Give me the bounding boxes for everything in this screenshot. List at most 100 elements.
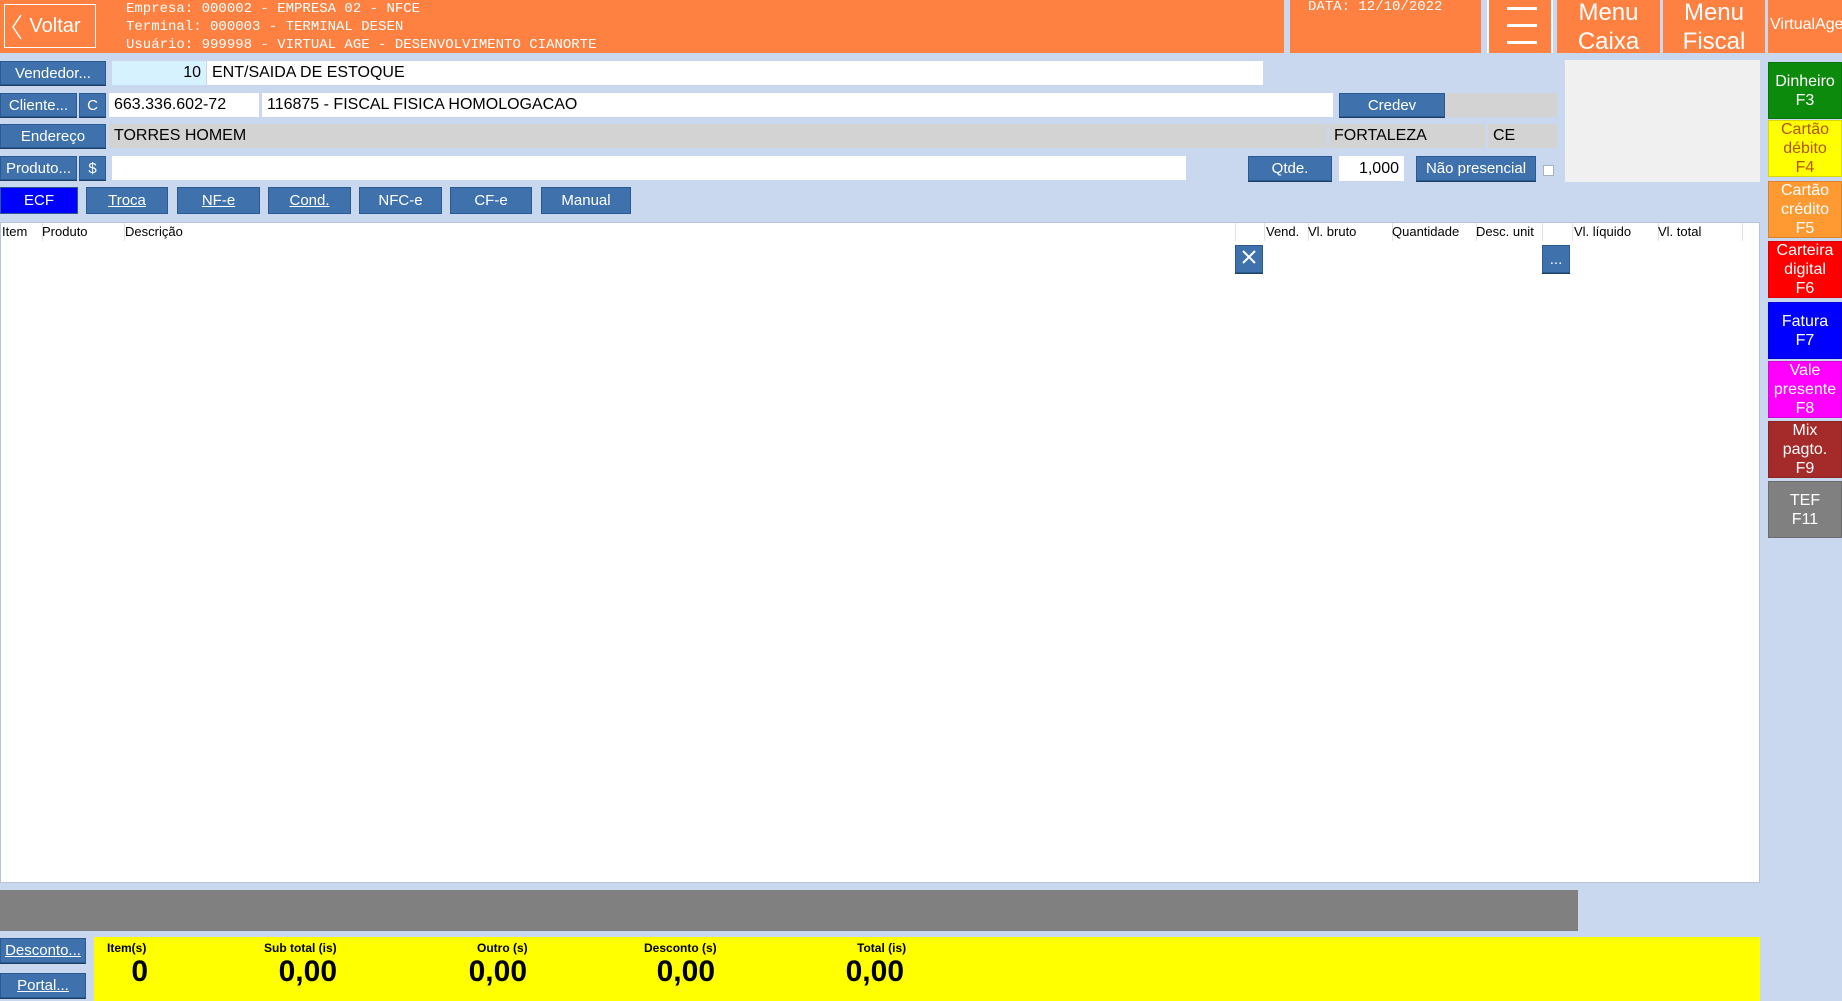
- nao-presencial-checkbox[interactable]: [1543, 165, 1554, 176]
- vendedor-code-value: 10: [183, 64, 201, 81]
- payment-tef-label: TEF F11: [1789, 491, 1821, 528]
- cliente-doc-field[interactable]: 663.336.602-72: [109, 93, 259, 117]
- status-bar: [0, 890, 1578, 931]
- produto-button-label: Produto...: [5, 159, 72, 177]
- empresa-text: Empresa: 000002 - EMPRESA 02 - NFCE: [126, 1, 421, 17]
- cliente-c-button[interactable]: C: [79, 93, 106, 117]
- tab-nfce[interactable]: NFC-e: [359, 187, 442, 214]
- desconto-button[interactable]: Desconto...: [0, 938, 86, 963]
- cliente-button[interactable]: Cliente...: [0, 93, 77, 117]
- payment-tef-button[interactable]: TEF F11: [1768, 481, 1842, 538]
- desconto-total-label: Desconto (s): [644, 941, 717, 955]
- credev-button[interactable]: Credev: [1339, 93, 1445, 117]
- payment-cartao-debito-label: Cartão débito F4: [1780, 121, 1830, 176]
- tab-manual[interactable]: Manual: [541, 187, 631, 214]
- portal-button[interactable]: Portal...: [0, 973, 86, 998]
- qtde-button[interactable]: Qtde.: [1248, 156, 1332, 181]
- subtotal-label: Sub total (is): [264, 941, 337, 955]
- portal-button-label: Portal...: [17, 977, 69, 994]
- payment-vale-presente-label: Vale presente F8: [1773, 362, 1837, 417]
- tab-manual-label: Manual: [561, 192, 611, 209]
- qtde-button-label: Qtde.: [1271, 160, 1309, 177]
- tab-troca[interactable]: Troca: [86, 187, 168, 214]
- vendedor-desc-value: ENT/SAIDA DE ESTOQUE: [212, 64, 405, 81]
- total-value: 0,00: [845, 955, 904, 988]
- payment-fatura-label: Fatura F7: [1781, 312, 1829, 349]
- items-grid[interactable]: Item Produto Descrição Vend. Vl. bruto Q…: [0, 222, 1760, 883]
- col-descricao: Descrição: [124, 223, 1236, 241]
- total-items-value: 0: [131, 955, 148, 988]
- payment-fatura-button[interactable]: Fatura F7: [1768, 302, 1842, 359]
- desconto-total-value: 0,00: [656, 955, 715, 988]
- tab-ecf[interactable]: ECF: [0, 187, 78, 214]
- state-value: CE: [1493, 127, 1516, 144]
- menu-caixa-button[interactable]: Menu Caixa: [1557, 0, 1660, 55]
- nao-presencial-label: Não presencial: [1425, 160, 1527, 177]
- usuario-text: Usuário: 999998 - VIRTUAL AGE - DESENVOL…: [126, 37, 597, 53]
- back-button[interactable]: Voltar: [4, 4, 96, 48]
- tab-nfe[interactable]: NF-e: [177, 187, 260, 214]
- nao-presencial-button[interactable]: Não presencial: [1416, 156, 1536, 181]
- tab-nfce-label: NFC-e: [378, 192, 423, 209]
- payment-dinheiro-button[interactable]: Dinheiro F3: [1768, 62, 1842, 119]
- col-vend: Vend.: [1265, 223, 1309, 241]
- menu-fiscal-line2: Fiscal: [1682, 27, 1746, 55]
- tab-cfe[interactable]: CF-e: [450, 187, 532, 214]
- brand-panel: VirtualAge: [1768, 0, 1842, 53]
- menu-caixa-line2: Caixa: [1577, 27, 1640, 55]
- menu-caixa-line1: Menu: [1578, 0, 1639, 26]
- payment-dinheiro-label: Dinheiro F3: [1775, 72, 1835, 109]
- payment-vale-presente-button[interactable]: Vale presente F8: [1768, 361, 1842, 418]
- produto-button[interactable]: Produto...: [0, 156, 77, 180]
- vendedor-button[interactable]: Vendedor...: [0, 61, 106, 85]
- vendedor-button-label: Vendedor...: [15, 64, 91, 82]
- more-options-button[interactable]: ...: [1542, 245, 1570, 273]
- payment-cartao-credito-label: Cartão crédito F5: [1780, 182, 1830, 237]
- date-panel: DATA: 12/10/2022: [1290, 0, 1481, 53]
- dollar-icon: $: [88, 159, 97, 177]
- date-text: DATA: 12/10/2022: [1308, 0, 1443, 15]
- outro-value: 0,00: [468, 955, 527, 988]
- delete-item-button[interactable]: [1235, 245, 1263, 273]
- col-item: Item: [1, 223, 43, 241]
- produto-input[interactable]: [112, 156, 1186, 180]
- totals-panel: Item(s) 0 Sub total (is) 0,00 Outro (s) …: [94, 937, 1760, 1001]
- menu-fiscal-line1: Menu: [1683, 0, 1745, 26]
- info-box: [1565, 60, 1760, 182]
- produto-price-button[interactable]: $: [79, 156, 106, 180]
- total-label: Total (is): [857, 941, 907, 955]
- tab-cond[interactable]: Cond.: [268, 187, 351, 214]
- desconto-button-label: Desconto...: [5, 942, 81, 959]
- city-field: FORTALEZA: [1329, 124, 1486, 148]
- subtotal-value: 0,00: [278, 955, 337, 988]
- payment-carteira-digital-button[interactable]: Carteira digital F6: [1768, 241, 1842, 298]
- city-value: FORTALEZA: [1334, 127, 1427, 144]
- endereco-button-label: Endereço: [20, 127, 86, 145]
- tab-troca-label: Troca: [108, 192, 146, 209]
- hamburger-menu-button[interactable]: [1487, 0, 1553, 53]
- cliente-c-label: C: [87, 96, 98, 114]
- endereco-button[interactable]: Endereço: [0, 124, 106, 148]
- payment-mix-label: Mix pagto. F9: [1782, 422, 1828, 477]
- vendedor-code-field[interactable]: 10: [112, 61, 206, 85]
- qtde-value: 1,000: [1358, 159, 1399, 177]
- terminal-text: Terminal: 000003 - TERMINAL DESEN: [126, 19, 404, 35]
- payment-carteira-digital-label: Carteira digital F6: [1776, 242, 1834, 297]
- vendedor-desc-field: ENT/SAIDA DE ESTOQUE: [207, 61, 1263, 85]
- payment-cartao-debito-button[interactable]: Cartão débito F4: [1768, 120, 1842, 177]
- cliente-doc-value: 663.336.602-72: [114, 96, 227, 113]
- endereco-value: TORRES HOMEM: [114, 127, 247, 144]
- col-quantidade: Quantidade: [1391, 223, 1477, 241]
- hamburger-icon: [1507, 5, 1537, 50]
- tab-cfe-label: CF-e: [474, 192, 508, 209]
- payment-mix-button[interactable]: Mix pagto. F9: [1768, 421, 1842, 478]
- payment-cartao-credito-button[interactable]: Cartão crédito F5: [1768, 181, 1842, 238]
- credev-button-label: Credev: [1367, 96, 1417, 114]
- col-vl-bruto: Vl. bruto: [1307, 223, 1393, 241]
- qtde-input[interactable]: 1,000: [1339, 156, 1404, 181]
- tab-ecf-label: ECF: [24, 192, 54, 209]
- close-icon: [1241, 249, 1257, 269]
- brand-text: VirtualAge: [1770, 16, 1842, 33]
- back-button-label: Voltar: [29, 14, 81, 37]
- menu-fiscal-button[interactable]: Menu Fiscal: [1663, 0, 1765, 55]
